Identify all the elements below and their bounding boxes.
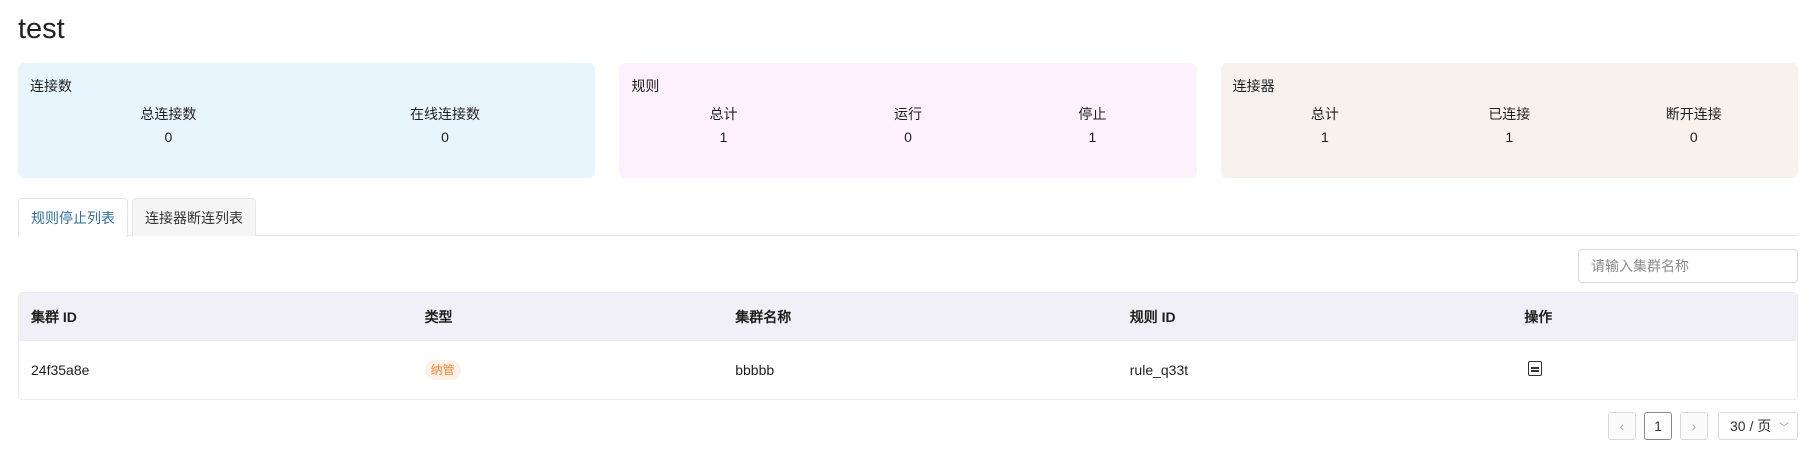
column-header-actions: 操作 [1524, 308, 1553, 325]
stat-value: 0 [441, 129, 449, 145]
tab-connector-disconnected-list[interactable]: 连接器断连列表 [132, 198, 256, 236]
tab-rule-stopped-list[interactable]: 规则停止列表 [18, 198, 128, 237]
stat-value: 1 [1088, 129, 1097, 145]
column-header-rule-id: 规则 ID [1129, 308, 1176, 325]
stat-online-connections: 在线连接数 0 [307, 105, 584, 146]
summary-cards: 连接数 总连接数 0 在线连接数 0 规则 总计 1 运行 0 停止 1 连接器… [18, 63, 1798, 178]
stat-connectors-disconnected: 断开连接 0 [1602, 105, 1786, 146]
document-icon[interactable] [1528, 361, 1543, 376]
chevron-right-icon[interactable]: › [1680, 412, 1708, 440]
card-title: 连接数 [30, 78, 72, 94]
chevron-left-icon[interactable]: ‹ [1608, 412, 1636, 440]
cell-cluster-name: bbbbb [735, 362, 775, 378]
column-header-cluster-name: 集群名称 [735, 308, 792, 325]
chevron-down-icon: ﹀ [1779, 422, 1789, 434]
page-number-current[interactable]: 1 [1644, 412, 1672, 440]
stat-rules-running: 运行 0 [816, 105, 1000, 146]
stat-value: 1 [1505, 129, 1514, 145]
table-row: 24f35a8e 纳管 bbbbb rule_q33t [19, 341, 1797, 399]
stat-label: 在线连接数 [410, 106, 480, 122]
cell-rule-id: rule_q33t [1129, 362, 1189, 378]
card-title: 连接器 [1232, 78, 1275, 94]
stat-rules-stopped: 停止 1 [1000, 105, 1184, 146]
stat-value: 1 [719, 129, 728, 145]
rules-card: 规则 总计 1 运行 0 停止 1 [619, 63, 1197, 178]
page-size-select[interactable]: 30 / 页 ﹀ [1718, 412, 1798, 440]
stat-label: 停止 [1078, 106, 1107, 122]
cluster-name-search-input[interactable] [1578, 249, 1798, 283]
stat-label: 已连接 [1488, 106, 1531, 122]
stat-connectors-connected: 已连接 1 [1417, 105, 1601, 146]
stat-total-connections: 总连接数 0 [30, 105, 307, 146]
cell-cluster-id: 24f35a8e [31, 362, 90, 378]
stat-label: 总连接数 [140, 106, 197, 122]
table-header: 集群 ID 类型 集群名称 规则 ID 操作 [19, 293, 1797, 341]
rules-table: 集群 ID 类型 集群名称 规则 ID 操作 24f35a8e 纳管 bbbbb… [18, 292, 1798, 400]
pagination: ‹ 1 › 30 / 页 ﹀ [1608, 412, 1798, 440]
stat-label: 总计 [1310, 106, 1339, 122]
page-size-label: 30 / 页 [1730, 418, 1772, 434]
type-tag: 纳管 [424, 360, 461, 380]
stat-connectors-total: 总计 1 [1233, 105, 1417, 146]
stat-label: 断开连接 [1665, 106, 1722, 122]
stat-label: 运行 [893, 106, 922, 122]
stat-value: 0 [164, 129, 173, 145]
stat-rules-total: 总计 1 [631, 105, 815, 146]
stat-label: 总计 [709, 106, 738, 122]
card-title: 规则 [631, 78, 660, 94]
column-header-cluster-id: 集群 ID [31, 308, 77, 325]
column-header-type: 类型 [424, 308, 453, 325]
page-title: test [18, 13, 65, 45]
stat-value: 0 [1689, 129, 1698, 145]
tab-bar: 规则停止列表 连接器断连列表 [18, 198, 1798, 237]
stat-value: 0 [904, 129, 912, 145]
stat-value: 1 [1320, 129, 1329, 145]
connections-card: 连接数 总连接数 0 在线连接数 0 [18, 63, 596, 178]
connectors-card: 连接器 总计 1 已连接 1 断开连接 0 [1220, 63, 1798, 178]
